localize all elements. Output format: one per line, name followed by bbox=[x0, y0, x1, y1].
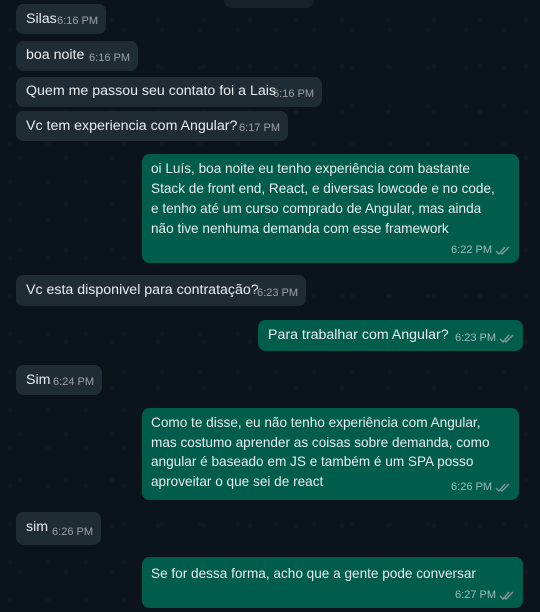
incoming-message[interactable]: Silas 6:16 PM bbox=[16, 4, 106, 34]
incoming-message[interactable]: Sim 6:24 PM bbox=[16, 365, 102, 395]
incoming-message[interactable]: Quem me passou seu contato foi a Lais 6:… bbox=[16, 77, 322, 107]
message-time: 6:26 PM bbox=[52, 526, 93, 538]
double-check-icon bbox=[495, 246, 510, 255]
message-text: boa noite bbox=[26, 47, 85, 63]
outgoing-message[interactable]: Para trabalhar com Angular? 6:23 PM bbox=[258, 320, 523, 351]
message-time: 6:16 PM bbox=[57, 15, 98, 27]
message-time: 6:26 PM bbox=[451, 481, 492, 493]
outgoing-message[interactable]: Se for dessa forma, acho que a gente pod… bbox=[142, 557, 523, 608]
incoming-message[interactable]: Vc esta disponivel para contratação? 6:2… bbox=[16, 275, 306, 306]
message-time: 6:16 PM bbox=[273, 88, 314, 100]
message-text: Para trabalhar com Angular? bbox=[268, 327, 449, 343]
message-text: Quem me passou seu contato foi a Lais bbox=[26, 83, 276, 99]
double-check-icon bbox=[499, 591, 514, 600]
message-line: Stack de front end, React, e diversas lo… bbox=[151, 181, 495, 196]
message-meta: 6:23 PM bbox=[455, 331, 515, 345]
message-line: e tenho até um curso comprado de Angular… bbox=[151, 201, 482, 216]
double-check-icon bbox=[495, 483, 510, 492]
outgoing-message[interactable]: Como te disse, eu não tenho experiência … bbox=[142, 408, 519, 500]
message-line: não tive nenhuma demanda com esse framew… bbox=[151, 221, 449, 236]
incoming-message[interactable]: boa noite 6:16 PM bbox=[16, 41, 138, 71]
message-text: Como te disse, eu não tenho experiência … bbox=[151, 413, 490, 491]
message-line: Como te disse, eu não tenho experiência … bbox=[151, 415, 481, 430]
message-time: 6:16 PM bbox=[89, 52, 130, 64]
message-time: 6:24 PM bbox=[53, 376, 94, 388]
date-divider bbox=[224, 0, 314, 8]
incoming-message[interactable]: sim 6:26 PM bbox=[16, 512, 101, 545]
message-line: oi Luís, boa noite eu tenho experiência … bbox=[151, 161, 470, 176]
message-text: Vc esta disponivel para contratação? bbox=[26, 282, 259, 298]
message-text: Silas bbox=[26, 11, 57, 27]
double-check-icon bbox=[499, 334, 514, 343]
outgoing-message[interactable]: oi Luís, boa noite eu tenho experiência … bbox=[142, 154, 519, 263]
message-time: 6:23 PM bbox=[257, 287, 298, 299]
incoming-message[interactable]: Vc tem experiencia com Angular? 6:17 PM bbox=[16, 111, 288, 141]
message-meta: 6:27 PM bbox=[455, 588, 515, 602]
message-text: Sim bbox=[26, 372, 51, 388]
message-line: angular é baseado em JS e também é um SP… bbox=[151, 454, 474, 469]
message-line: aproveitar o que sei de react bbox=[151, 473, 324, 489]
message-text: oi Luís, boa noite eu tenho experiência … bbox=[151, 159, 495, 239]
message-time: 6:23 PM bbox=[455, 332, 496, 344]
chat-pane[interactable]: Silas 6:16 PM boa noite 6:16 PM Quem me … bbox=[0, 0, 540, 612]
message-meta: 6:22 PM bbox=[451, 243, 511, 257]
message-text: Se for dessa forma, acho que a gente pod… bbox=[151, 566, 476, 581]
message-text: sim bbox=[26, 519, 49, 535]
message-time: 6:27 PM bbox=[455, 589, 496, 601]
message-time: 6:17 PM bbox=[239, 122, 280, 134]
message-time: 6:22 PM bbox=[451, 244, 492, 256]
message-text: Vc tem experiencia com Angular? bbox=[26, 118, 238, 134]
message-line: mas costumo aprender as coisas sobre dem… bbox=[151, 434, 490, 450]
message-meta: 6:26 PM bbox=[451, 480, 511, 494]
